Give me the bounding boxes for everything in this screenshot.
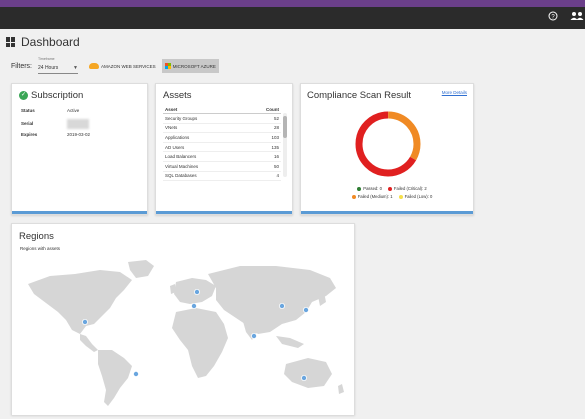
aws-cloud-icon bbox=[89, 63, 99, 69]
compliance-title: Compliance Scan Result bbox=[307, 90, 412, 101]
regions-card: Regions Regions with assets bbox=[11, 223, 355, 415]
subscription-header: ✓ Subscription bbox=[19, 90, 83, 101]
legend-label: Failed (Medium): 1 bbox=[357, 194, 393, 199]
card-accent-bar bbox=[156, 211, 292, 214]
asset-count: 52 bbox=[273, 115, 279, 121]
legend-label: Failed (Critical): 2 bbox=[393, 186, 427, 191]
timeframe-select[interactable]: Timeframe 24 Hours ▼ bbox=[38, 57, 78, 74]
assets-table-body[interactable]: Security Groups 52 VNets 28 Applications 10… bbox=[163, 114, 281, 184]
table-row: Virtual Machines 50 bbox=[163, 162, 281, 172]
asset-count: 16 bbox=[273, 154, 279, 160]
timeframe-value: 24 Hours bbox=[38, 65, 59, 71]
status-row: Status Active bbox=[21, 108, 141, 113]
region-marker[interactable] bbox=[278, 303, 285, 310]
region-marker[interactable] bbox=[300, 375, 307, 382]
subscription-title: Subscription bbox=[31, 90, 84, 101]
region-marker[interactable] bbox=[250, 333, 257, 340]
asset-count: 28 bbox=[273, 125, 279, 131]
card-accent-bar bbox=[12, 211, 147, 214]
filter-bar: Filters: Timeframe 24 Hours ▼ AMAZON WEB… bbox=[11, 56, 222, 76]
serial-value-redacted bbox=[67, 119, 89, 129]
top-nav-bar: ? bbox=[0, 7, 585, 29]
expires-row: Expires 2019-03-02 bbox=[21, 132, 141, 137]
legend-dot bbox=[398, 194, 403, 199]
legend-dot bbox=[351, 194, 356, 199]
more-details-link[interactable]: More Details bbox=[442, 90, 467, 95]
table-row: Load Balancers 16 bbox=[163, 152, 281, 162]
compliance-card: Compliance Scan Result More Details Pass… bbox=[300, 83, 474, 215]
asset-count: 4 bbox=[276, 173, 279, 179]
table-row: AD Users 135 bbox=[163, 143, 281, 153]
asset-name: Load Balancers bbox=[165, 154, 197, 160]
legend-item-critical: Failed (Critical): 2 bbox=[387, 186, 427, 191]
region-marker[interactable] bbox=[190, 303, 197, 310]
regions-subtitle: Regions with assets bbox=[20, 246, 61, 251]
provider-azure-chip[interactable]: MICROSOFT AZURE bbox=[161, 59, 219, 73]
asset-count: 50 bbox=[273, 163, 279, 169]
users-icon[interactable] bbox=[570, 11, 584, 26]
asset-name: Virtual Machines bbox=[165, 163, 199, 169]
assets-title: Assets bbox=[163, 90, 192, 101]
assets-table: Asset Count Security Groups 52 VNets 28 Ap… bbox=[163, 106, 281, 184]
provider-azure-label: MICROSOFT AZURE bbox=[172, 63, 216, 69]
status-value: Active bbox=[67, 108, 80, 113]
assets-card: Assets Asset Count Security Groups 52 VNe… bbox=[155, 83, 293, 215]
expires-label: Expires bbox=[21, 132, 38, 137]
continent-shapes bbox=[28, 260, 344, 406]
assets-table-header: Asset Count bbox=[163, 106, 281, 114]
microsoft-azure-icon bbox=[164, 63, 171, 69]
subscription-card: ✓ Subscription Status Active Serial Expir… bbox=[11, 83, 148, 215]
serial-row: Serial bbox=[21, 119, 141, 129]
asset-name: Applications bbox=[165, 134, 190, 140]
compliance-donut-chart bbox=[355, 111, 421, 177]
page-title: Dashboard bbox=[21, 35, 80, 49]
assets-scrollbar-thumb[interactable] bbox=[283, 116, 287, 138]
regions-title: Regions bbox=[19, 231, 54, 242]
status-label: Status bbox=[21, 108, 35, 113]
col-count-header: Count bbox=[266, 107, 279, 112]
page-header: Dashboard bbox=[6, 34, 80, 50]
legend-item-medium: Failed (Medium): 1 bbox=[351, 194, 393, 199]
asset-name: VNets bbox=[165, 125, 178, 131]
compliance-legend: Passed: 0 Failed (Critical): 2 Failed (M… bbox=[337, 186, 447, 202]
region-marker[interactable] bbox=[193, 289, 200, 296]
legend-item-low: Failed (Low): 0 bbox=[398, 194, 433, 199]
expires-value: 2019-03-02 bbox=[67, 132, 91, 137]
table-row: Security Groups 52 bbox=[163, 114, 281, 124]
region-marker[interactable] bbox=[302, 307, 309, 314]
help-circle-icon[interactable]: ? bbox=[548, 11, 558, 26]
asset-name: Security Groups bbox=[165, 115, 198, 121]
timeframe-label: Timeframe bbox=[38, 57, 55, 61]
check-circle-icon: ✓ bbox=[19, 91, 28, 100]
legend-dot bbox=[387, 186, 392, 191]
dashboard-icon bbox=[6, 37, 16, 47]
col-asset-header: Asset bbox=[165, 107, 178, 112]
caret-down-icon: ▼ bbox=[73, 65, 78, 71]
legend-dot bbox=[357, 186, 362, 191]
table-row: SQL Databases 4 bbox=[163, 172, 281, 182]
region-marker[interactable] bbox=[82, 319, 89, 326]
asset-count: 103 bbox=[271, 134, 279, 140]
asset-name: AD Users bbox=[165, 144, 185, 150]
table-row: VNets 28 bbox=[163, 124, 281, 134]
filters-label: Filters: bbox=[11, 62, 32, 70]
top-accent-stripe bbox=[0, 0, 585, 7]
serial-label: Serial bbox=[21, 121, 34, 127]
world-map bbox=[28, 260, 344, 406]
region-marker[interactable] bbox=[133, 371, 140, 378]
legend-label: Failed (Low): 0 bbox=[404, 194, 433, 199]
table-row: Applications 103 bbox=[163, 133, 281, 143]
provider-aws-chip[interactable]: AMAZON WEB SERVICES bbox=[86, 59, 159, 73]
asset-count: 135 bbox=[271, 144, 279, 150]
card-accent-bar bbox=[301, 211, 473, 214]
provider-aws-label: AMAZON WEB SERVICES bbox=[101, 63, 156, 69]
asset-name: SQL Databases bbox=[165, 173, 197, 179]
legend-label: Passed: 0 bbox=[363, 186, 382, 191]
legend-item-passed: Passed: 0 bbox=[357, 186, 382, 191]
